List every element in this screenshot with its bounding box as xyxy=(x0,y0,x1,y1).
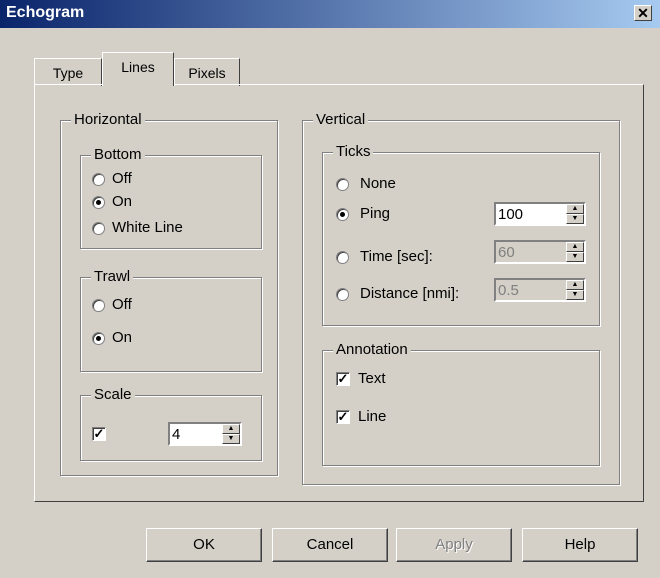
annotation-legend: Annotation xyxy=(333,342,411,358)
ticks-time-label: Time [sec]: xyxy=(360,248,433,265)
ticks-ping-label: Ping xyxy=(360,205,391,222)
ticks-none-radio[interactable] xyxy=(336,178,349,191)
trawl-on-radio[interactable] xyxy=(92,332,105,345)
check-icon: ✓ xyxy=(93,426,105,441)
trawl-off-label: Off xyxy=(112,296,132,313)
arrow-down-icon: ▼ xyxy=(571,253,579,260)
ticks-distance-radio[interactable] xyxy=(336,288,349,301)
bottom-off-radio[interactable] xyxy=(92,173,105,186)
ticks-none-label: None xyxy=(360,175,396,192)
trawl-off-radio[interactable] xyxy=(92,299,105,312)
scale-up-arrow[interactable]: ▲ xyxy=(222,424,240,434)
time-down-arrow: ▼ xyxy=(566,252,584,262)
ok-button[interactable]: OK xyxy=(146,528,262,562)
scale-input[interactable] xyxy=(172,425,218,443)
distance-input xyxy=(498,281,544,299)
distance-up-arrow: ▲ xyxy=(566,280,584,290)
scale-down-arrow[interactable]: ▼ xyxy=(222,434,240,444)
scale-stepper[interactable]: ▲▼ xyxy=(168,422,242,446)
annotation-line-label: Line xyxy=(358,408,387,425)
arrow-up-icon: ▲ xyxy=(571,281,579,288)
arrow-up-icon: ▲ xyxy=(227,425,235,432)
time-input xyxy=(498,243,544,261)
title-bar: Echogram ✕ xyxy=(0,0,660,28)
help-button[interactable]: Help xyxy=(522,528,638,562)
ticks-ping-radio[interactable] xyxy=(336,208,349,221)
check-icon: ✓ xyxy=(337,409,349,424)
distance-down-arrow: ▼ xyxy=(566,290,584,300)
vertical-legend: Vertical xyxy=(313,112,369,128)
scale-legend: Scale xyxy=(91,387,135,403)
bottom-whiteline-radio[interactable] xyxy=(92,222,105,235)
trawl-group: Trawl xyxy=(80,269,262,372)
arrow-up-icon: ▲ xyxy=(571,205,579,212)
tab-pixels-label: Pixels xyxy=(188,65,226,81)
ping-down-arrow[interactable]: ▼ xyxy=(566,214,584,224)
time-up-arrow: ▲ xyxy=(566,242,584,252)
tab-type-label: Type xyxy=(52,65,84,81)
tab-lines-label: Lines xyxy=(121,59,155,75)
arrow-up-icon: ▲ xyxy=(571,243,579,250)
arrow-down-icon: ▼ xyxy=(571,291,579,298)
scale-checkbox[interactable]: ✓ xyxy=(92,427,106,441)
ping-up-arrow[interactable]: ▲ xyxy=(566,204,584,214)
ticks-legend: Ticks xyxy=(333,144,374,160)
arrow-down-icon: ▼ xyxy=(571,215,579,222)
distance-stepper: ▲▼ xyxy=(494,278,586,302)
time-stepper: ▲▼ xyxy=(494,240,586,264)
ticks-time-radio[interactable] xyxy=(336,251,349,264)
annotation-line-checkbox[interactable]: ✓ xyxy=(336,410,350,424)
annotation-text-checkbox[interactable]: ✓ xyxy=(336,372,350,386)
check-icon: ✓ xyxy=(337,371,349,386)
tab-lines[interactable]: Lines xyxy=(102,52,174,86)
bottom-whiteline-label: White Line xyxy=(112,219,183,236)
annotation-text-label: Text xyxy=(358,370,386,387)
apply-button: Apply xyxy=(396,528,512,562)
close-button[interactable]: ✕ xyxy=(634,5,652,21)
ping-stepper[interactable]: ▲▼ xyxy=(494,202,586,226)
window-title: Echogram xyxy=(6,4,85,21)
tab-type[interactable]: Type xyxy=(34,58,102,86)
bottom-on-label: On xyxy=(112,193,133,210)
ticks-distance-label: Distance [nmi]: xyxy=(360,285,460,302)
close-icon: ✕ xyxy=(637,5,649,21)
tab-pixels[interactable]: Pixels xyxy=(174,58,240,86)
horizontal-legend: Horizontal xyxy=(71,112,145,128)
cancel-button[interactable]: Cancel xyxy=(272,528,388,562)
arrow-down-icon: ▼ xyxy=(227,435,235,442)
trawl-on-label: On xyxy=(112,329,133,346)
bottom-legend: Bottom xyxy=(91,147,145,163)
ping-input[interactable] xyxy=(498,205,544,223)
bottom-off-label: Off xyxy=(112,170,132,187)
trawl-legend: Trawl xyxy=(91,269,134,285)
bottom-on-radio[interactable] xyxy=(92,196,105,209)
